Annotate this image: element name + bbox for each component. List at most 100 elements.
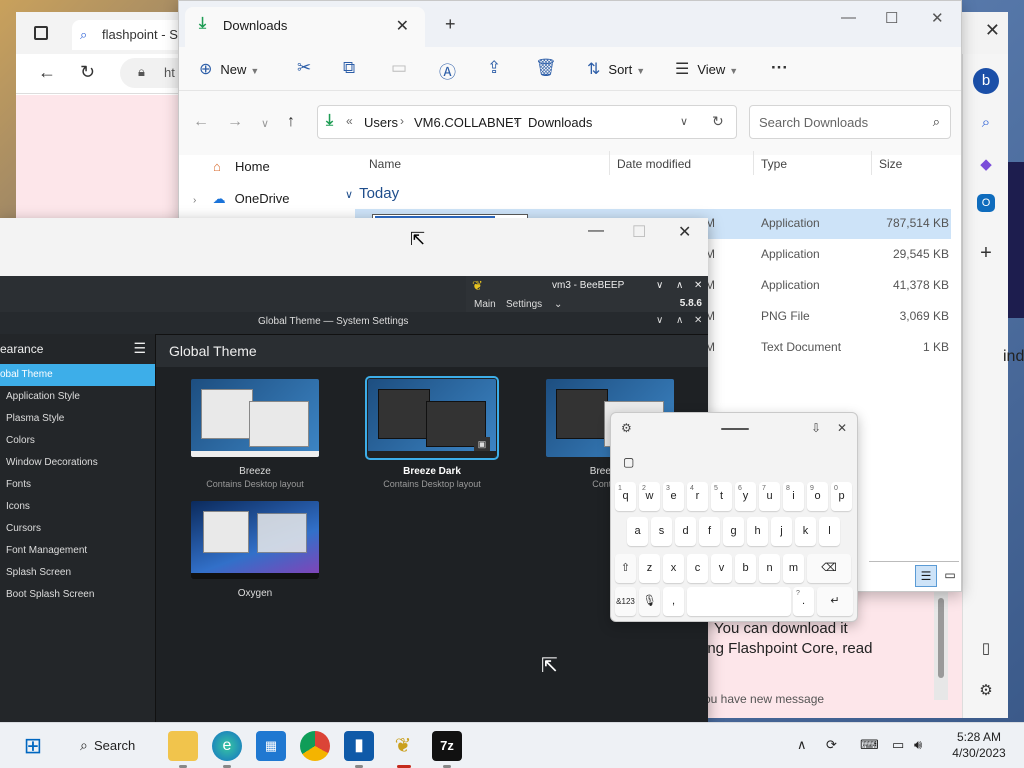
key-b[interactable]: b [735,554,756,583]
theme-card-oxygen[interactable]: Oxygen [191,501,319,599]
browser-close-icon[interactable]: ✕ [985,20,1000,41]
key-d[interactable]: d [675,517,696,546]
settings-gear-icon[interactable]: ⚙ [973,678,999,704]
column-separator[interactable] [871,151,872,175]
key-v[interactable]: v [711,554,732,583]
back-arrow-icon[interactable]: ← [193,113,209,131]
vm-title-bar[interactable]: — ☐ ✕ [0,218,708,276]
file-explorer-icon[interactable] [168,731,198,761]
close-window-icon[interactable]: ✕ [931,9,944,27]
chevron-up-icon[interactable]: ∧ [676,280,683,291]
key-w[interactable]: 2w [639,482,660,511]
refresh-icon[interactable]: ↻ [80,62,95,83]
system-settings-title-bar[interactable]: Global Theme — System Settings ∨ ∧ ✕ [0,312,708,334]
expand-chevron-icon[interactable]: › [193,195,209,206]
new-tab-icon[interactable]: + [445,14,456,35]
key-u[interactable]: 7u [759,482,780,511]
microphone-key-icon[interactable]: 🎙︎ [639,587,660,616]
key-a[interactable]: a [627,517,648,546]
chevron-down-icon[interactable]: ∨ [656,280,663,291]
theme-card-breeze-dark[interactable]: ▣ Breeze Dark Contains Desktop layout [365,376,499,489]
bing-icon[interactable]: b [973,68,999,94]
enter-key-icon[interactable]: ↵ [817,587,853,616]
add-sidebar-app-icon[interactable]: + [973,240,999,266]
key-h[interactable]: h [747,517,768,546]
chevron-up-icon[interactable]: ∧ [676,315,683,326]
details-view-icon[interactable]: ☰ [915,565,937,587]
new-button[interactable]: ⊕ New ▼ [199,59,259,79]
sidebar-item-boot-splash-screen[interactable]: Boot Splash Screen [0,584,155,606]
delete-icon[interactable]: 🗑︎ [535,58,557,78]
sidebar-search-icon[interactable]: ⌕ [973,110,999,136]
key-l[interactable]: l [819,517,840,546]
column-header-size[interactable]: Size [879,157,902,171]
chevron-down-icon[interactable]: ∨ [656,315,663,326]
recent-locations-icon[interactable]: ∨ [261,117,269,130]
sidebar-item-colors[interactable]: Colors [0,430,155,452]
key-i[interactable]: 8i [783,482,804,511]
key-e[interactable]: 3e [663,482,684,511]
key-m[interactable]: m [783,554,804,583]
sort-button[interactable]: ⇅ Sort ▼ [587,59,645,79]
column-header-type[interactable]: Type [761,157,787,171]
key-t[interactable]: 5t [711,482,732,511]
key-r[interactable]: 4r [687,482,708,511]
backspace-key-icon[interactable]: ⌫ [807,554,851,583]
key-p[interactable]: 0p [831,482,852,511]
comma-key[interactable]: , [663,587,684,616]
column-separator[interactable] [753,151,754,175]
close-icon[interactable]: ✕ [694,315,702,326]
store-icon[interactable]: ▦ [256,731,286,761]
back-icon[interactable]: ← [38,62,56,83]
sidebar-item-cursors[interactable]: Cursors [0,518,155,540]
sidebar-item-icons[interactable]: Icons [0,496,155,518]
close-tab-icon[interactable]: ✕ [396,16,409,36]
chrome-icon[interactable] [300,731,330,761]
vm-app-icon[interactable]: ▮ [344,731,374,761]
breadcrumb-users[interactable]: Users [364,115,398,130]
keyboard-drag-handle[interactable] [721,428,749,430]
touch-keyboard-icon[interactable]: ⌨ [860,737,879,753]
emoji-clipboard-icon[interactable]: ▢ [623,455,634,469]
volume-icon[interactable]: 🔊︎ [914,737,922,753]
close-icon[interactable]: ✕ [694,280,702,291]
overflow-chevron-icon[interactable]: « [346,114,353,128]
beebeep-icon[interactable]: ❦ [388,731,418,761]
minimize-icon[interactable]: — [588,222,604,240]
key-g[interactable]: g [723,517,744,546]
key-k[interactable]: k [795,517,816,546]
preview-image-icon[interactable]: ▣ [474,437,490,451]
beebeep-menu-main[interactable]: Main [474,299,496,310]
maximize-icon[interactable]: ☐ [632,222,646,242]
symbols-key[interactable]: &123 [615,587,636,616]
address-dropdown-icon[interactable]: ∨ [680,115,688,128]
nav-item-home[interactable]: ⌂ Home [213,159,270,174]
key-s[interactable]: s [651,517,672,546]
sync-icon[interactable]: ⟳ [826,737,837,753]
show-hidden-icons-icon[interactable]: ∧ [797,737,807,753]
maximize-icon[interactable]: ☐ [885,9,898,27]
sidebar-item-application-style[interactable]: Application Style [0,386,155,408]
paste-icon[interactable]: ▭ [391,58,407,78]
page-scrollbar[interactable] [934,590,948,700]
explorer-tab[interactable]: ⤓ Downloads ✕ [185,7,425,47]
search-box[interactable]: Search Downloads ⌕ [749,105,951,139]
sidebar-item-fonts[interactable]: Fonts [0,474,155,496]
hamburger-menu-icon[interactable]: ☰ [133,340,146,357]
tab-actions-icon[interactable] [34,26,48,40]
keyboard-settings-icon[interactable]: ⚙ [621,421,632,435]
key-q[interactable]: 1q [615,482,636,511]
clock[interactable]: 5:28 AM 4/30/2023 [944,729,1014,761]
nav-item-onedrive[interactable]: › ☁ OneDrive [193,191,290,207]
chevron-down-icon[interactable]: ⌄ [554,299,562,310]
forward-arrow-icon[interactable]: → [227,113,243,131]
edge-icon[interactable]: e [212,731,242,761]
network-icon[interactable]: ▭ [892,737,904,753]
shift-key-icon[interactable]: ⇧ [615,554,636,583]
column-separator[interactable] [609,151,610,175]
space-key[interactable] [687,587,791,616]
7zip-icon[interactable]: 7z [432,731,462,761]
outlook-icon[interactable]: O [977,194,995,212]
column-header-name[interactable]: Name [369,157,401,171]
period-key[interactable]: ?. [793,587,814,616]
